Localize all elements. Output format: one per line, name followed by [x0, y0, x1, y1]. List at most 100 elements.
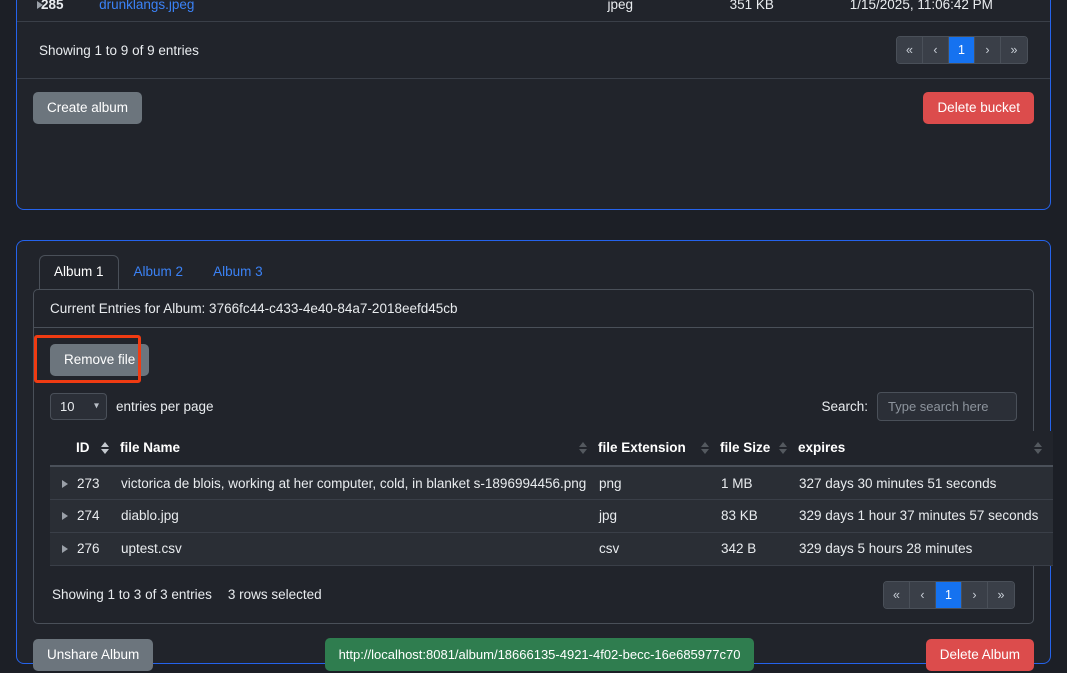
column-label-expires: expires: [798, 440, 846, 456]
row-file-name[interactable]: drunklangs.jpeg: [99, 0, 608, 21]
row-expand-cell[interactable]: [50, 499, 76, 533]
table-row[interactable]: 274 diablo.jpg jpg 83 KB 329 days 1 hour…: [50, 499, 1053, 533]
row-id: 273: [76, 466, 120, 500]
bucket-table-footer: Showing 1 to 9 of 9 entries « ‹ 1 › »: [17, 21, 1050, 78]
column-header-id[interactable]: ID: [76, 431, 120, 468]
column-label-file-extension: file Extension: [598, 440, 686, 456]
entries-per-page-select[interactable]: 10 25 50 100: [50, 393, 107, 421]
pagination-first[interactable]: «: [884, 581, 910, 608]
caret-right-icon[interactable]: [62, 512, 68, 521]
sort-icon-expires[interactable]: [1034, 441, 1043, 455]
pagination-last[interactable]: »: [1001, 37, 1027, 63]
tab-album-1[interactable]: Album 1: [39, 255, 119, 290]
row-id: 274: [76, 499, 120, 533]
album-body: Remove file 10 25 50 100 ▾: [34, 328, 1053, 623]
column-header-expand: [50, 431, 76, 468]
unshare-album-button[interactable]: Unshare Album: [33, 638, 154, 671]
sort-icon-id[interactable]: [101, 441, 110, 455]
row-file-extension: jpg: [598, 499, 720, 533]
column-header-file-size[interactable]: file Size: [720, 431, 798, 468]
delete-album-button[interactable]: Delete Album: [925, 638, 1034, 671]
table-row[interactable]: 276 uptest.csv csv 342 B 329 days 5 hour…: [50, 532, 1053, 566]
album-table-footer: Showing 1 to 3 of 3 entries 3 rows selec…: [50, 566, 1017, 623]
bucket-action-bar: Create album Delete bucket: [17, 78, 1050, 137]
bucket-panel: 278 coff.mate.mp4 pdf 142 MB 1/13/2025, …: [16, 0, 1051, 210]
row-expires: 329 days 1 hour 37 minutes 57 seconds: [798, 499, 1053, 533]
row-file-extension: jpeg: [607, 0, 730, 21]
row-expires: 1/15/2025, 11:06:42 PM: [849, 0, 1050, 21]
pagination-page-1[interactable]: 1: [936, 581, 962, 608]
row-expand-cell[interactable]: [17, 0, 43, 21]
row-file-name: diablo.jpg: [120, 499, 598, 533]
album-tabs: Album 1 Album 2 Album 3: [17, 241, 1050, 290]
entries-per-page-group: 10 25 50 100 ▾ entries per page: [50, 393, 214, 421]
row-file-size: 342 B: [720, 532, 798, 566]
album-pagination[interactable]: « ‹ 1 › »: [883, 580, 1015, 609]
tab-album-2[interactable]: Album 2: [119, 255, 199, 289]
bucket-table-wrap: 278 coff.mate.mp4 pdf 142 MB 1/13/2025, …: [17, 0, 1050, 21]
album-header-text: Current Entries for Album: 3766fc44-c433…: [34, 290, 1033, 329]
column-label-id: ID: [76, 440, 90, 456]
row-file-name: uptest.csv: [120, 532, 598, 566]
pagination-next[interactable]: ›: [962, 581, 988, 608]
row-expires: 329 days 5 hours 28 minutes: [798, 532, 1053, 566]
album-action-bar: Unshare Album http://localhost:8081/albu…: [17, 624, 1050, 672]
album-rows-selected: 3 rows selected: [227, 587, 322, 603]
pagination-last[interactable]: »: [988, 581, 1014, 608]
row-id: 276: [76, 532, 120, 566]
row-expand-cell[interactable]: [50, 532, 76, 566]
search-group: Search:: [821, 392, 1017, 422]
row-file-size: 351 KB: [729, 0, 850, 21]
column-label-file-name: file Name: [120, 440, 181, 456]
pagination-page-1[interactable]: 1: [949, 37, 975, 63]
album-footer-info: Showing 1 to 3 of 3 entries 3 rows selec…: [52, 587, 322, 602]
share-url-badge[interactable]: http://localhost:8081/album/18666135-492…: [324, 637, 755, 672]
column-header-file-extension[interactable]: file Extension: [598, 431, 720, 468]
row-expand-cell[interactable]: [50, 466, 76, 500]
row-file-extension: csv: [598, 532, 720, 566]
app-root: 278 coff.mate.mp4 pdf 142 MB 1/13/2025, …: [0, 0, 1067, 673]
row-file-name: victorica de blois, working at her compu…: [120, 466, 598, 500]
album-table-header-row: ID file Name file Extension file Size ex…: [50, 431, 1053, 468]
bucket-showing-entries: Showing 1 to 9 of 9 entries: [39, 42, 199, 58]
row-file-extension: png: [598, 466, 720, 500]
caret-right-icon[interactable]: [62, 479, 68, 488]
sort-icon-file-name[interactable]: [579, 441, 588, 455]
album-table-body: 273 victorica de blois, working at her c…: [50, 466, 1053, 566]
tab-album-3[interactable]: Album 3: [198, 255, 278, 289]
pagination-first[interactable]: «: [897, 37, 923, 63]
column-label-file-size: file Size: [720, 440, 771, 456]
album-showing-entries: Showing 1 to 3 of 3 entries: [52, 587, 212, 603]
remove-file-row: Remove file: [50, 344, 1017, 386]
column-header-file-name[interactable]: file Name: [120, 431, 598, 468]
table-row[interactable]: 285 drunklangs.jpeg jpeg 351 KB 1/15/202…: [17, 0, 1050, 21]
album-table-head: ID file Name file Extension file Size ex…: [50, 431, 1053, 468]
pagination-next[interactable]: ›: [975, 37, 1001, 63]
row-id: 285: [41, 0, 100, 21]
pagination-prev[interactable]: ‹: [910, 581, 936, 608]
column-header-expires[interactable]: expires: [798, 431, 1053, 468]
album-table-controls: 10 25 50 100 ▾ entries per page Search:: [50, 386, 1017, 431]
entries-select-wrap[interactable]: 10 25 50 100 ▾: [50, 393, 107, 421]
bucket-pagination[interactable]: « ‹ 1 › »: [896, 36, 1028, 64]
delete-bucket-button[interactable]: Delete bucket: [923, 92, 1034, 125]
create-album-button[interactable]: Create album: [33, 92, 143, 125]
search-input[interactable]: [877, 392, 1017, 422]
search-label: Search:: [821, 399, 868, 415]
bucket-files-table: 278 coff.mate.mp4 pdf 142 MB 1/13/2025, …: [17, 0, 1050, 21]
row-file-size: 1 MB: [720, 466, 798, 500]
album-panel: Album 1 Album 2 Album 3 Current Entries …: [16, 240, 1053, 672]
file-link[interactable]: drunklangs.jpeg: [99, 0, 194, 12]
pagination-prev[interactable]: ‹: [923, 37, 949, 63]
caret-right-icon[interactable]: [62, 545, 68, 554]
row-file-size: 83 KB: [720, 499, 798, 533]
album-files-table: ID file Name file Extension file Size ex…: [50, 431, 1053, 566]
bucket-table-body: 278 coff.mate.mp4 pdf 142 MB 1/13/2025, …: [17, 0, 1050, 21]
sort-icon-file-extension[interactable]: [701, 441, 710, 455]
sort-icon-file-size[interactable]: [779, 441, 788, 455]
album-content-box: Current Entries for Album: 3766fc44-c433…: [33, 289, 1053, 624]
remove-file-button[interactable]: Remove file: [50, 344, 150, 377]
entries-per-page-label: entries per page: [116, 399, 214, 415]
table-row[interactable]: 273 victorica de blois, working at her c…: [50, 466, 1053, 500]
row-expires: 327 days 30 minutes 51 seconds: [798, 466, 1053, 500]
